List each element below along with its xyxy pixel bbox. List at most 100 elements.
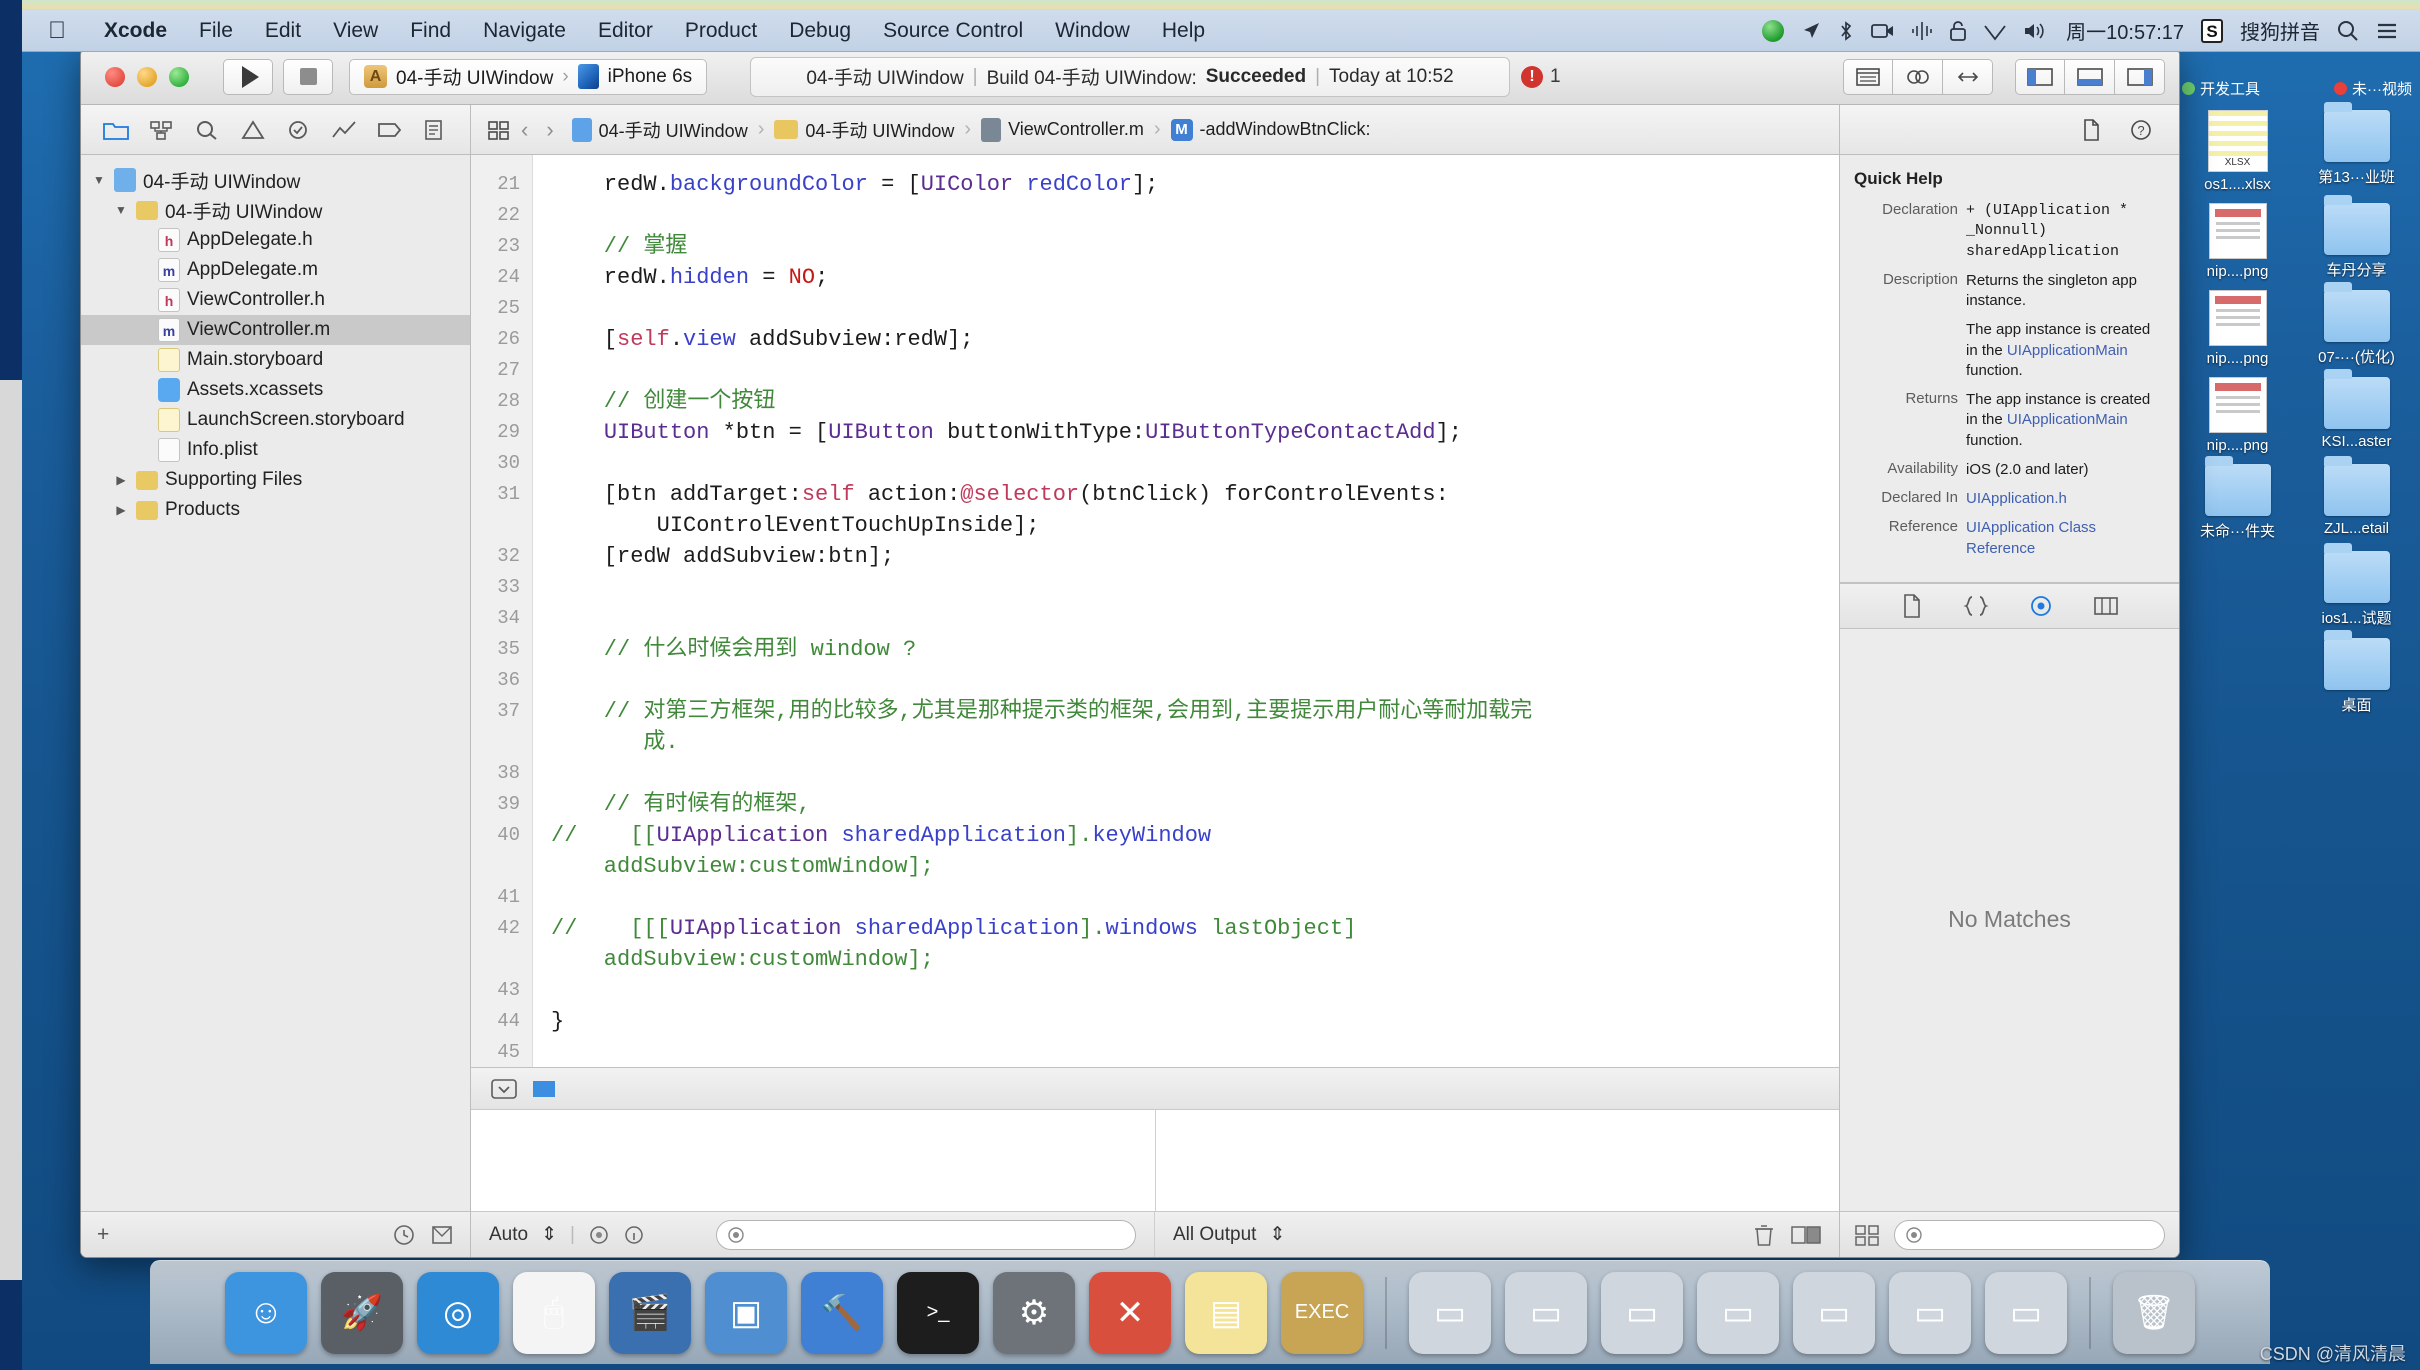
toggle-inspector-button[interactable] <box>2115 58 2165 95</box>
stop-button[interactable] <box>283 58 333 95</box>
breadcrumb-group[interactable]: 04-手动 UIWindow <box>774 117 954 143</box>
code-line[interactable]: } <box>551 1006 1839 1037</box>
code-line[interactable]: redW.backgroundColor = [UIColor redColor… <box>551 169 1839 200</box>
code-line[interactable] <box>551 293 1839 324</box>
run-button[interactable] <box>223 58 273 95</box>
standard-editor-button[interactable] <box>1843 58 1893 95</box>
dock-icon-charles-proxy[interactable]: ✕ <box>1089 1271 1171 1354</box>
navigator-row[interactable]: ▶ Supporting Files <box>81 465 470 495</box>
menu-item-find[interactable]: Find <box>394 19 467 43</box>
breadcrumb-symbol[interactable]: M -addWindowBtnClick: <box>1170 118 1371 141</box>
close-button[interactable] <box>105 66 125 87</box>
hide-debug-bar-icon[interactable] <box>491 1078 517 1099</box>
breadcrumb-project[interactable]: 04-手动 UIWindow <box>571 117 748 143</box>
code-line[interactable] <box>551 448 1839 479</box>
assistant-editor-button[interactable] <box>1893 58 1943 95</box>
desktop-icon[interactable]: 未命···件夹 <box>2182 456 2293 541</box>
dock-icon-window-3[interactable]: ▭ <box>1601 1271 1683 1354</box>
desktop-icon[interactable]: nip....png <box>2182 290 2293 367</box>
screen-recording-icon[interactable] <box>1871 22 1895 40</box>
variable-scope-popup[interactable]: Auto <box>489 1224 528 1246</box>
library-grid-toggle-icon[interactable] <box>1854 1223 1880 1247</box>
info-icon[interactable] <box>623 1224 645 1246</box>
variables-view[interactable] <box>471 1110 1156 1211</box>
desktop-tag-video[interactable]: 未···视频 <box>2334 78 2412 99</box>
split-console-icon[interactable] <box>1791 1225 1821 1245</box>
source-control-navigator-icon[interactable] <box>139 113 185 147</box>
quick-help-link[interactable]: UIApplicationMain <box>2007 342 2128 359</box>
code-line[interactable]: [redW addSubview:btn]; <box>551 541 1839 572</box>
navigator-row[interactable]: ▼ 04-手动 UIWindow <box>81 195 470 225</box>
dock-icon-system-preferences[interactable]: ⚙ <box>993 1271 1075 1354</box>
menu-item-window[interactable]: Window <box>1039 19 1146 43</box>
disclosure-closed-icon[interactable]: ▶ <box>113 503 129 517</box>
desktop-icon[interactable]: ZJL...etail <box>2301 456 2412 541</box>
dock-icon-notes[interactable]: ▤ <box>1185 1271 1267 1354</box>
quick-help-value[interactable]: UIApplication Class Reference <box>1966 518 2165 559</box>
navigator-row[interactable]: ▶Main.storyboard <box>81 345 470 375</box>
dock-icon-xcode[interactable]: 🔨 <box>801 1271 883 1354</box>
disclosure-open-icon[interactable]: ▼ <box>91 173 107 187</box>
variables-filter-field[interactable] <box>716 1219 1136 1250</box>
console-output-popup[interactable]: All Output <box>1173 1224 1256 1246</box>
source-editor[interactable]: 21 22 23 24 25 26 27 28 29 30 31 32 33 34 35 36 37 38 39 40… <box>471 155 1839 1067</box>
report-navigator-icon[interactable] <box>412 113 458 147</box>
desktop-icon[interactable]: nip....png <box>2182 203 2293 280</box>
dock-icon-window-6[interactable]: ▭ <box>1889 1271 1971 1354</box>
object-library-icon[interactable] <box>2029 594 2053 618</box>
menu-item-edit[interactable]: Edit <box>249 19 317 43</box>
source-code[interactable]: redW.backgroundColor = [UIColor redColor… <box>533 155 1839 1067</box>
lock-icon[interactable] <box>1949 20 1967 42</box>
recent-files-filter-icon[interactable] <box>392 1223 416 1247</box>
menu-item-debug[interactable]: Debug <box>773 19 867 43</box>
code-line[interactable]: // 创建一个按钮 <box>551 386 1839 417</box>
record-indicator-icon[interactable] <box>1762 19 1785 42</box>
code-line[interactable] <box>551 665 1839 696</box>
menu-item-view[interactable]: View <box>317 19 394 43</box>
code-line[interactable]: // 什么时候会用到 window ? <box>551 634 1839 665</box>
file-inspector-icon[interactable] <box>2079 118 2103 142</box>
desktop-icon[interactable]: 07-···(优化) <box>2301 282 2412 367</box>
quick-help-link[interactable]: UIApplication.h <box>1966 490 2067 507</box>
forward-button[interactable]: › <box>546 117 553 143</box>
project-navigator-icon[interactable] <box>93 113 139 147</box>
code-line[interactable]: [self.view addSubview:redW]; <box>551 324 1839 355</box>
dock-icon-window-4[interactable]: ▭ <box>1697 1271 1779 1354</box>
dock-icon-window-2[interactable]: ▭ <box>1505 1271 1587 1354</box>
quick-help-value[interactable]: The app instance is created in the UIApp… <box>1966 320 2165 381</box>
bluetooth-icon[interactable] <box>1838 20 1854 42</box>
audio-waveform-icon[interactable] <box>1912 21 1932 41</box>
spotlight-search-icon[interactable] <box>2337 20 2359 42</box>
desktop-icon[interactable]: 第13···业班 <box>2301 102 2412 193</box>
code-line[interactable] <box>551 882 1839 913</box>
code-line[interactable]: // 对第三方框架,用的比较多,尤其是那种提示类的框架,会用到,主要提示用户耐心… <box>551 696 1839 758</box>
watch-icon[interactable] <box>588 1224 610 1246</box>
code-line[interactable]: redW.hidden = NO; <box>551 262 1839 293</box>
code-line[interactable] <box>551 355 1839 386</box>
related-items-icon[interactable] <box>487 119 511 141</box>
input-method-badge-icon[interactable]: S <box>2201 18 2223 43</box>
quick-help-link[interactable]: UIApplicationMain <box>2007 411 2128 428</box>
code-line[interactable] <box>551 200 1839 231</box>
quick-help-link[interactable]: UIApplication Class Reference <box>1966 519 2096 556</box>
code-line[interactable] <box>551 758 1839 789</box>
navigator-row[interactable]: ▶ViewController.h <box>81 285 470 315</box>
dock-icon-executable-app[interactable]: EXEC <box>1281 1271 1363 1354</box>
dock-icon-finder[interactable]: ☺ <box>225 1271 307 1354</box>
navigator-row[interactable]: ▶ViewController.m <box>81 315 470 345</box>
navigator-row[interactable]: ▶Assets.xcassets <box>81 375 470 405</box>
issue-badge[interactable]: ! 1 <box>1521 65 1561 88</box>
disclosure-closed-icon[interactable]: ▶ <box>113 473 129 487</box>
navigator-row[interactable]: ▶LaunchScreen.storyboard <box>81 405 470 435</box>
toggle-debug-area-button[interactable] <box>2065 58 2115 95</box>
code-line[interactable]: UIButton *btn = [UIButton buttonWithType… <box>551 417 1839 448</box>
menu-item-help[interactable]: Help <box>1146 19 1221 43</box>
code-line[interactable]: // [[[UIApplication sharedApplication].w… <box>551 913 1839 975</box>
dock-icon-quicktime[interactable]: 🎬 <box>609 1271 691 1354</box>
input-method-label[interactable]: 搜狗拼音 <box>2240 16 2320 45</box>
code-line[interactable]: [btn addTarget:self action:@selector(btn… <box>551 479 1839 541</box>
breakpoints-flag-icon[interactable] <box>533 1080 555 1097</box>
desktop-icon[interactable]: ios1...试题 <box>2301 543 2412 628</box>
dock-icon-window-1[interactable]: ▭ <box>1409 1271 1491 1354</box>
code-line[interactable]: // 掌握 <box>551 231 1839 262</box>
